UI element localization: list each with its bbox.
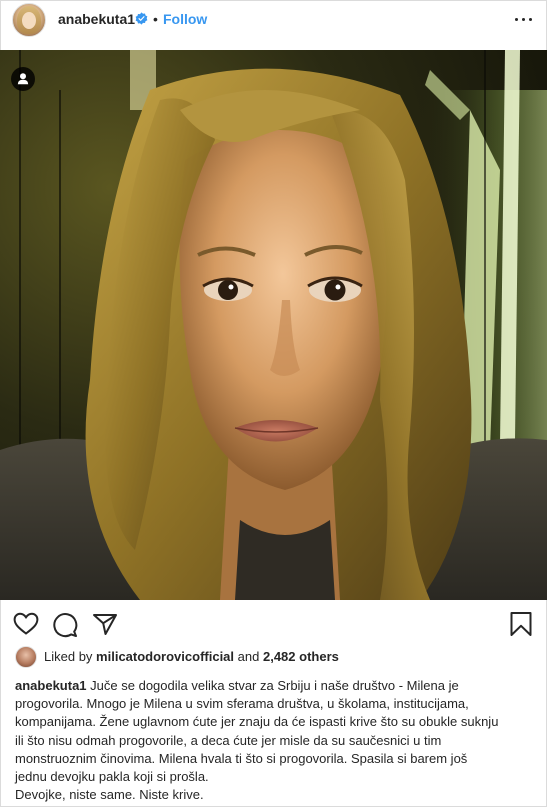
caption-line: jednu devojku pakla koji si prošla. (15, 769, 209, 785)
likes-summary: Liked by milicatodorovicofficial and 2,4… (44, 649, 339, 664)
likes-others-link[interactable]: 2,482 others (263, 649, 339, 664)
caption-line: monstruoznim činovima. Milena hvala ti š… (15, 750, 468, 766)
caption-line: ili što nisu odmah progovorile, a deca ć… (15, 732, 442, 748)
post-header: anabekuta1 • Follow (0, 0, 547, 50)
author-avatar[interactable] (12, 3, 46, 37)
more-options-icon[interactable] (513, 10, 535, 28)
caption-line: kompanijama. Žene uglavnom ćute jer znaj… (15, 714, 499, 730)
caption-line: progovorila. Mnogo je Milena u svim sfer… (15, 696, 469, 712)
user-tag-icon[interactable] (11, 67, 35, 91)
likes-joiner: and (237, 649, 260, 664)
caption-line: Devojke, niste same. Niste krive. (15, 787, 204, 803)
likes-prefix: Liked by (44, 649, 93, 664)
caption-line: anabekuta1 Juče se dogodila velika stvar… (15, 678, 459, 693)
follow-button[interactable]: Follow (163, 11, 207, 27)
portrait-image (0, 50, 547, 600)
header-separator: • (153, 11, 158, 27)
author-username[interactable]: anabekuta1 (58, 11, 135, 27)
caption-username[interactable]: anabekuta1 (15, 678, 87, 693)
bookmark-icon[interactable] (509, 611, 533, 637)
share-icon[interactable] (92, 612, 118, 636)
post-photo[interactable] (0, 50, 547, 600)
verified-badge-icon (135, 12, 148, 25)
liker-username[interactable]: milicatodorovicofficial (96, 649, 234, 664)
action-bar (0, 608, 547, 642)
liker-avatar[interactable] (15, 646, 37, 668)
heart-icon[interactable] (13, 612, 39, 636)
post-caption: anabekuta1 Juče se dogodila velika stvar… (15, 677, 535, 804)
comment-icon[interactable] (52, 612, 78, 638)
